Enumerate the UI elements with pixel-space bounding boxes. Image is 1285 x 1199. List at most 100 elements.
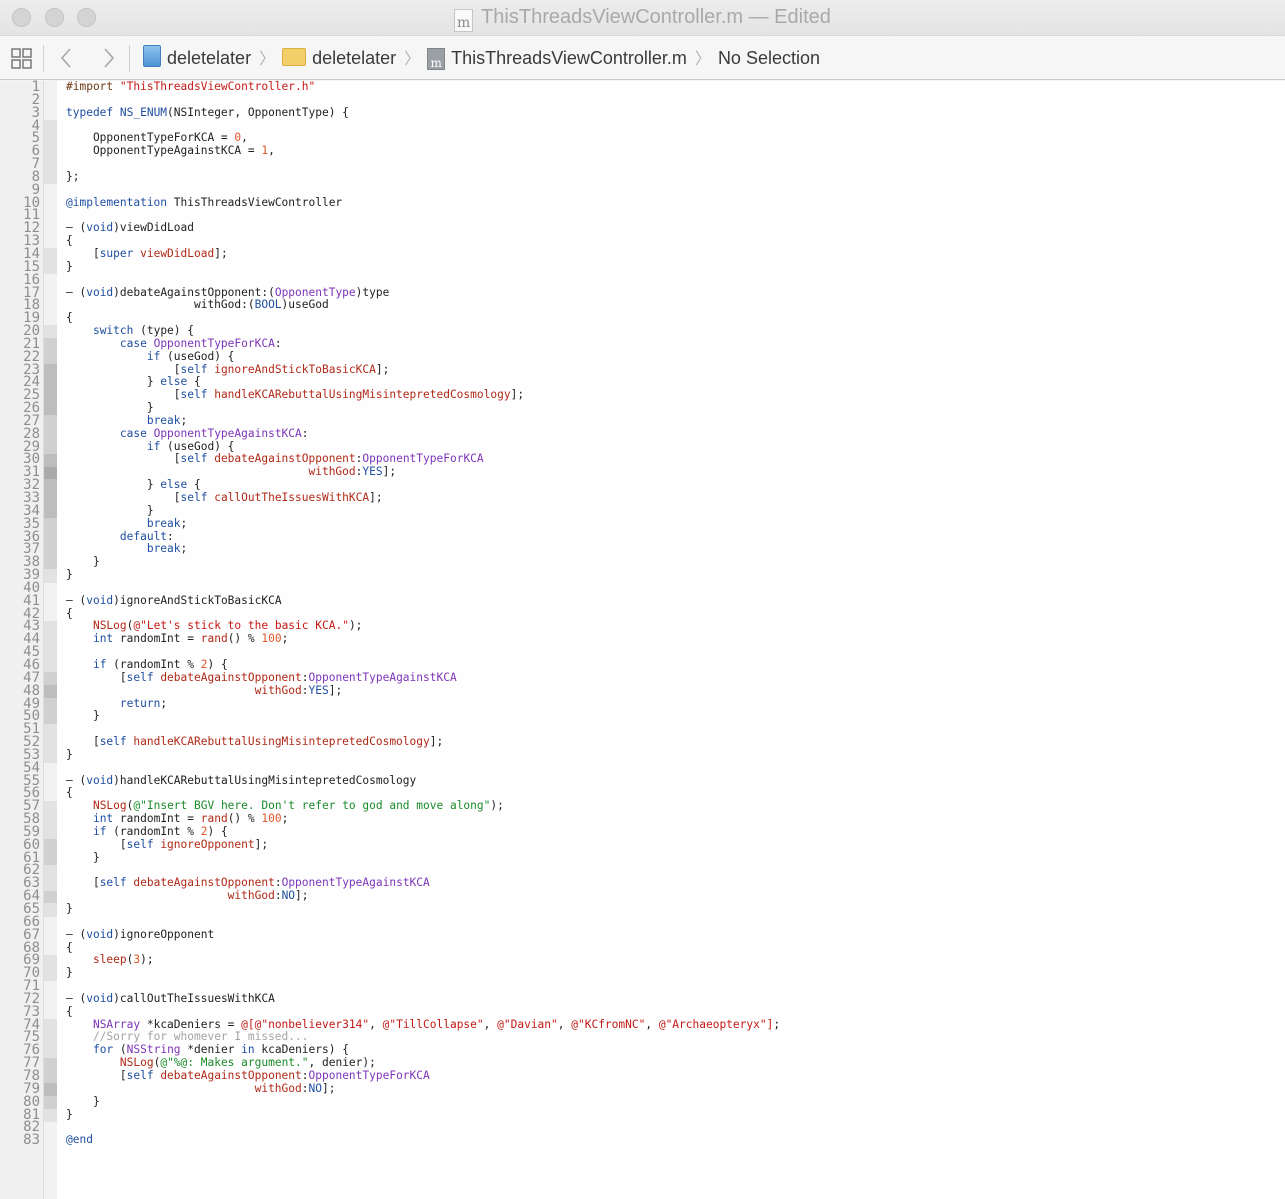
related-items-button[interactable] <box>10 44 32 72</box>
fold-band[interactable] <box>44 505 57 519</box>
fold-band[interactable] <box>44 852 57 866</box>
back-button[interactable] <box>55 44 77 72</box>
breadcrumb-group[interactable]: deletelater <box>282 44 396 72</box>
code-line[interactable]: int randomInt = rand() % 100; <box>66 632 780 646</box>
fold-band[interactable] <box>44 260 57 275</box>
fold-band[interactable] <box>44 492 57 506</box>
fold-band[interactable] <box>44 813 57 827</box>
code-text[interactable]: #import "ThisThreadsViewController.h" typ… <box>66 80 780 1147</box>
fold-band[interactable] <box>44 338 57 352</box>
fold-band[interactable] <box>44 877 57 892</box>
source-editor[interactable]: 1 2 3 4 5 6 7 8 9 10 11 12 13 14 15 16 17 18 19 20 21 22 23 24 2… <box>0 80 1285 1199</box>
breadcrumb-project[interactable]: deletelater <box>143 44 251 72</box>
code-line[interactable]: withGod:(BOOL)useGod <box>66 298 780 312</box>
fold-band[interactable] <box>44 646 57 660</box>
fold-band[interactable] <box>44 376 57 390</box>
code-line[interactable]: – (void)handleKCARebuttalUsingMisintepre… <box>66 774 780 788</box>
fold-band[interactable] <box>44 672 57 686</box>
code-line[interactable]: } <box>66 709 780 723</box>
code-line[interactable]: { <box>66 941 780 955</box>
fold-band[interactable] <box>44 427 57 442</box>
fold-band[interactable] <box>44 530 57 545</box>
code-line[interactable]: } <box>66 1095 780 1109</box>
fold-band[interactable] <box>44 543 57 557</box>
fold-band[interactable] <box>44 556 57 570</box>
fold-band[interactable] <box>44 864 57 879</box>
code-line[interactable]: – (void)ignoreOpponent <box>66 928 780 942</box>
fold-band[interactable] <box>44 569 57 583</box>
line-number[interactable]: 83 <box>0 1133 40 1147</box>
code-line[interactable] <box>66 1121 780 1134</box>
code-line[interactable]: }; <box>66 170 780 184</box>
code-line[interactable]: [self ignoreOpponent]; <box>66 838 780 852</box>
code-line[interactable]: #import "ThisThreadsViewController.h" <box>66 80 780 94</box>
code-line[interactable]: typedef NS_ENUM(NSInteger, OpponentType)… <box>66 106 780 120</box>
fold-band[interactable] <box>44 440 57 455</box>
code-line[interactable]: sleep(3); <box>66 953 780 967</box>
fold-band[interactable] <box>44 1083 57 1097</box>
fold-band[interactable] <box>44 350 57 365</box>
fold-band[interactable] <box>44 389 57 403</box>
fold-band[interactable] <box>44 890 57 904</box>
fold-band[interactable] <box>44 1070 57 1084</box>
fold-band[interactable] <box>44 954 57 969</box>
code-line[interactable]: } <box>66 851 780 865</box>
fold-band[interactable] <box>44 1109 57 1123</box>
code-line[interactable]: – (void)ignoreAndStickToBasicKCA <box>66 594 780 608</box>
fold-band[interactable] <box>44 479 57 493</box>
code-line[interactable]: [self handleKCARebuttalUsingMisinteprete… <box>66 388 780 402</box>
code-line[interactable]: } <box>66 568 780 582</box>
fold-band[interactable] <box>44 517 57 532</box>
code-line[interactable]: withGod:NO]; <box>66 1082 780 1096</box>
code-folding-ribbon[interactable] <box>44 81 57 1199</box>
code-line[interactable]: [self callOutTheIssuesWithKCA]; <box>66 491 780 505</box>
fold-band[interactable] <box>44 633 57 647</box>
fold-band[interactable] <box>44 248 57 262</box>
code-line[interactable]: withGod:NO]; <box>66 889 780 903</box>
code-line[interactable]: } <box>66 748 780 762</box>
fold-band[interactable] <box>44 402 57 416</box>
fold-band[interactable] <box>44 697 57 712</box>
fold-band[interactable] <box>44 119 57 133</box>
fold-band[interactable] <box>44 967 57 981</box>
code-line[interactable]: } <box>66 1108 780 1122</box>
code-line[interactable]: – (void)viewDidLoad <box>66 221 780 235</box>
fold-band[interactable] <box>44 170 57 185</box>
code-line[interactable]: withGod:YES]; <box>66 684 780 698</box>
fold-band[interactable] <box>44 158 57 172</box>
code-line[interactable]: } <box>66 260 780 274</box>
fold-band[interactable] <box>44 466 57 480</box>
forward-button[interactable] <box>98 44 120 72</box>
code-line[interactable]: [super viewDidLoad]; <box>66 247 780 261</box>
fold-band[interactable] <box>44 1057 57 1071</box>
fold-band[interactable] <box>44 903 57 917</box>
fold-band[interactable] <box>44 415 57 429</box>
fold-band[interactable] <box>44 839 57 853</box>
fold-band[interactable] <box>44 710 57 724</box>
fold-band[interactable] <box>44 1096 57 1110</box>
fold-band[interactable] <box>44 736 57 750</box>
fold-band[interactable] <box>44 620 57 635</box>
code-line[interactable]: – (void)callOutTheIssuesWithKCA <box>66 992 780 1006</box>
code-line[interactable]: return; <box>66 697 780 711</box>
fold-band[interactable] <box>44 800 57 814</box>
fold-band[interactable] <box>44 723 57 737</box>
fold-band[interactable] <box>44 659 57 673</box>
fold-band[interactable] <box>44 1044 57 1059</box>
fold-band[interactable] <box>44 1031 57 1046</box>
fold-band[interactable] <box>44 1019 57 1033</box>
fold-band[interactable] <box>44 145 57 159</box>
code-line[interactable] <box>66 158 780 171</box>
code-line[interactable]: break; <box>66 542 780 556</box>
code-line[interactable]: } <box>66 555 780 569</box>
fold-band[interactable] <box>44 132 57 146</box>
code-line[interactable]: OpponentTypeAgainstKCA = 1, <box>66 144 780 158</box>
code-line[interactable]: @end <box>66 1133 780 1147</box>
code-line[interactable]: [self handleKCARebuttalUsingMisinteprete… <box>66 735 780 749</box>
code-line[interactable]: } <box>66 966 780 980</box>
fold-band[interactable] <box>44 749 57 763</box>
fold-band[interactable] <box>44 826 57 840</box>
code-line[interactable]: @implementation ThisThreadsViewControlle… <box>66 196 780 210</box>
code-line[interactable]: } <box>66 902 780 916</box>
fold-band[interactable] <box>44 363 57 378</box>
